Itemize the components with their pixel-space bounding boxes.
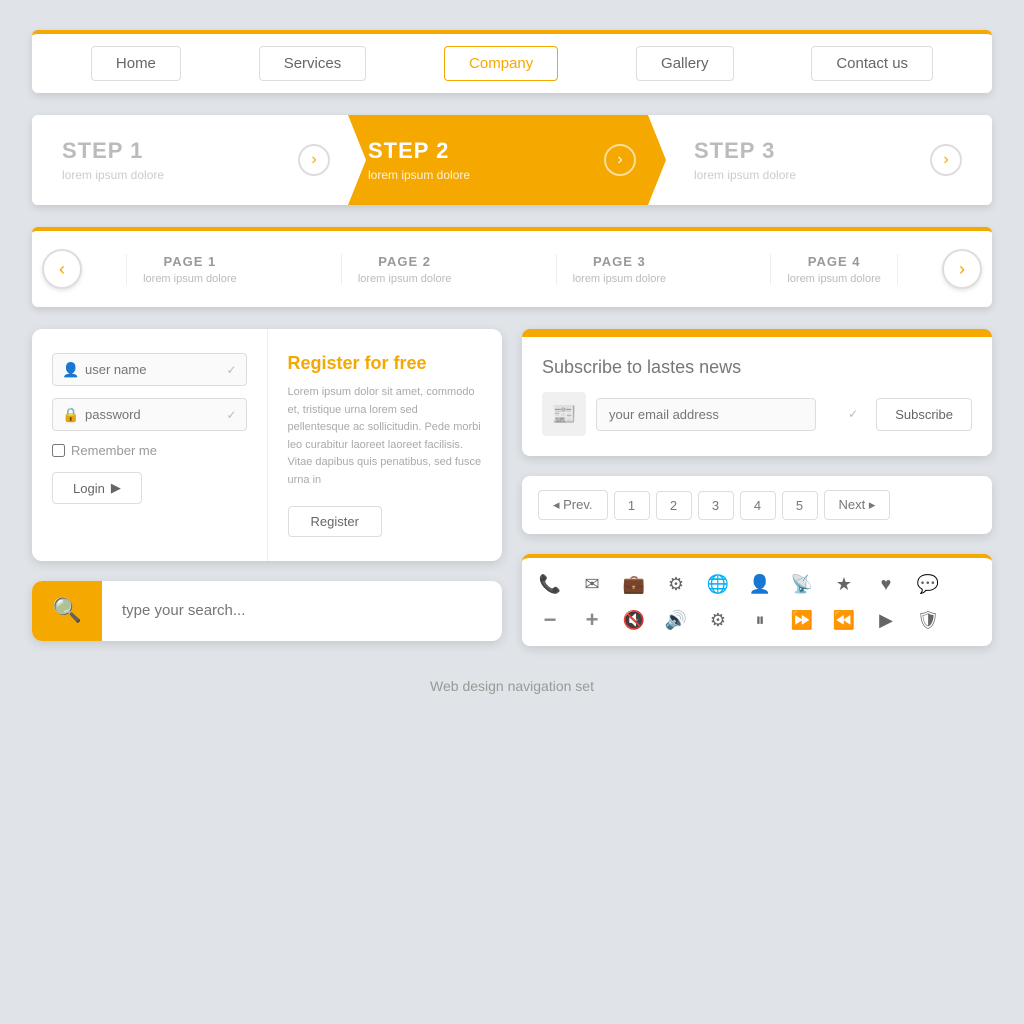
nav-home[interactable]: Home [91, 46, 181, 81]
page-item-2[interactable]: PAGE 2 lorem ipsum dolore [341, 254, 468, 285]
user-icon: 👤 [62, 361, 79, 378]
volume-icon[interactable]: 🔊 [664, 608, 688, 632]
pagination-page-1[interactable]: 1 [614, 491, 650, 520]
step-3[interactable]: STEP 3 lorem ipsum dolore › [654, 115, 992, 205]
heart-icon[interactable]: ♥ [874, 572, 898, 596]
nav-company[interactable]: Company [444, 46, 558, 81]
icon-row-1: 📞 ✉ 💼 ⚙ 🌐 👤 📡 ★ ♥ 💬 [538, 572, 976, 596]
lock-icon: 🔒 [62, 406, 79, 423]
page-2-sub: lorem ipsum dolore [358, 273, 452, 285]
remember-label: Remember me [71, 443, 157, 458]
icon-bar: 📞 ✉ 💼 ⚙ 🌐 👤 📡 ★ ♥ 💬 − + 🔇 🔊 ⚙ [522, 554, 992, 646]
subscribe-header-bar [522, 329, 992, 337]
password-check-icon: ✓ [226, 408, 236, 422]
username-input[interactable] [52, 353, 247, 386]
page-3-title: PAGE 3 [573, 254, 667, 269]
step-1-arrow: › [298, 144, 330, 176]
subscribe-title: Subscribe to lastes news [542, 357, 972, 378]
page-2-title: PAGE 2 [358, 254, 452, 269]
pagination-next[interactable]: Next ▸ [824, 490, 891, 520]
step-3-arrow: › [930, 144, 962, 176]
pagination-prev[interactable]: ◂ Prev. [538, 490, 608, 520]
search-box: 🔍 [32, 581, 502, 641]
register-title: Register for free [288, 353, 427, 374]
pagination-page-5[interactable]: 5 [782, 491, 818, 520]
rewind-icon[interactable]: ⏪ [832, 608, 856, 632]
nav-bar: Home Services Company Gallery Contact us [32, 30, 992, 93]
step-2-subtitle: lorem ipsum dolore [368, 168, 646, 182]
register-section: Register for free Lorem ipsum dolor sit … [268, 329, 503, 561]
page-4-sub: lorem ipsum dolore [787, 273, 881, 285]
chat-icon[interactable]: 💬 [916, 572, 940, 596]
icon-row-2: − + 🔇 🔊 ⚙ ⏸ ⏩ ⏪ ▶ 🛡 [538, 608, 976, 632]
step-1[interactable]: STEP 1 lorem ipsum dolore › [32, 115, 360, 205]
page-bar: ‹ PAGE 1 lorem ipsum dolore PAGE 2 lorem… [32, 227, 992, 307]
password-input[interactable] [52, 398, 247, 431]
page-1-title: PAGE 1 [143, 254, 237, 269]
fast-forward-icon[interactable]: ⏩ [790, 608, 814, 632]
page-item-3[interactable]: PAGE 3 lorem ipsum dolore [556, 254, 683, 285]
page-3-sub: lorem ipsum dolore [573, 273, 667, 285]
user-icon[interactable]: 👤 [748, 572, 772, 596]
gear-icon[interactable]: ⚙ [664, 572, 688, 596]
page-4-title: PAGE 4 [787, 254, 881, 269]
phone-icon[interactable]: 📞 [538, 572, 562, 596]
bottom-row: 👤 ✓ 🔒 ✓ Remember me Login [32, 329, 992, 646]
search-icon: 🔍 [52, 596, 82, 625]
remember-checkbox[interactable] [52, 444, 65, 457]
shield-icon[interactable]: 🛡 [916, 608, 940, 632]
search-icon-box: 🔍 [32, 581, 102, 641]
page-item-4[interactable]: PAGE 4 lorem ipsum dolore [770, 254, 898, 285]
step-2[interactable]: STEP 2 lorem ipsum dolore › [348, 115, 666, 205]
left-column: 👤 ✓ 🔒 ✓ Remember me Login [32, 329, 502, 646]
page-prev-btn[interactable]: ‹ [42, 249, 82, 289]
step-2-arrow: › [604, 144, 636, 176]
step-1-subtitle: lorem ipsum dolore [62, 168, 340, 182]
pagination-page-2[interactable]: 2 [656, 491, 692, 520]
nav-gallery[interactable]: Gallery [636, 46, 734, 81]
mail-icon[interactable]: ✉ [580, 572, 604, 596]
page-item-1[interactable]: PAGE 1 lorem ipsum dolore [126, 254, 253, 285]
step-bar: STEP 1 lorem ipsum dolore › STEP 2 lorem… [32, 115, 992, 205]
nav-services[interactable]: Services [259, 46, 367, 81]
pause-icon[interactable]: ⏸ [748, 608, 772, 632]
star-icon[interactable]: ★ [832, 572, 856, 596]
email-check-icon: ✓ [848, 407, 858, 421]
minus-icon[interactable]: − [538, 608, 562, 632]
step-3-subtitle: lorem ipsum dolore [694, 168, 972, 182]
globe-icon[interactable]: 🌐 [706, 572, 730, 596]
pagination-page-3[interactable]: 3 [698, 491, 734, 520]
search-input[interactable] [102, 602, 502, 619]
email-input[interactable] [596, 398, 816, 431]
right-column: Subscribe to lastes news 📰 ✓ Subscribe ◂… [522, 329, 992, 646]
play-icon[interactable]: ▶ [874, 608, 898, 632]
subscribe-button[interactable]: Subscribe [876, 398, 972, 431]
login-section: 👤 ✓ 🔒 ✓ Remember me Login [32, 329, 268, 561]
page-1-sub: lorem ipsum dolore [143, 273, 237, 285]
footer-label: Web design navigation set [32, 678, 992, 694]
news-icon: 📰 [542, 392, 586, 436]
mute-icon[interactable]: 🔇 [622, 608, 646, 632]
pagination-box: ◂ Prev. 1 2 3 4 5 Next ▸ [522, 476, 992, 534]
equalizer-icon[interactable]: ⚙ [706, 608, 730, 632]
username-check-icon: ✓ [226, 363, 236, 377]
page-next-btn[interactable]: › [942, 249, 982, 289]
ui-container: Home Services Company Gallery Contact us… [32, 30, 992, 694]
subscribe-box: Subscribe to lastes news 📰 ✓ Subscribe [522, 329, 992, 456]
register-button[interactable]: Register [288, 506, 382, 537]
login-button[interactable]: Login ▶ [52, 472, 142, 504]
pagination-page-4[interactable]: 4 [740, 491, 776, 520]
login-arrow-icon: ▶ [111, 480, 121, 496]
register-text: Lorem ipsum dolor sit amet, commodo et, … [288, 384, 483, 490]
nav-contact[interactable]: Contact us [811, 46, 933, 81]
plus-icon[interactable]: + [580, 608, 604, 632]
rss-icon[interactable]: 📡 [790, 572, 814, 596]
login-register-box: 👤 ✓ 🔒 ✓ Remember me Login [32, 329, 502, 561]
briefcase-icon[interactable]: 💼 [622, 572, 646, 596]
